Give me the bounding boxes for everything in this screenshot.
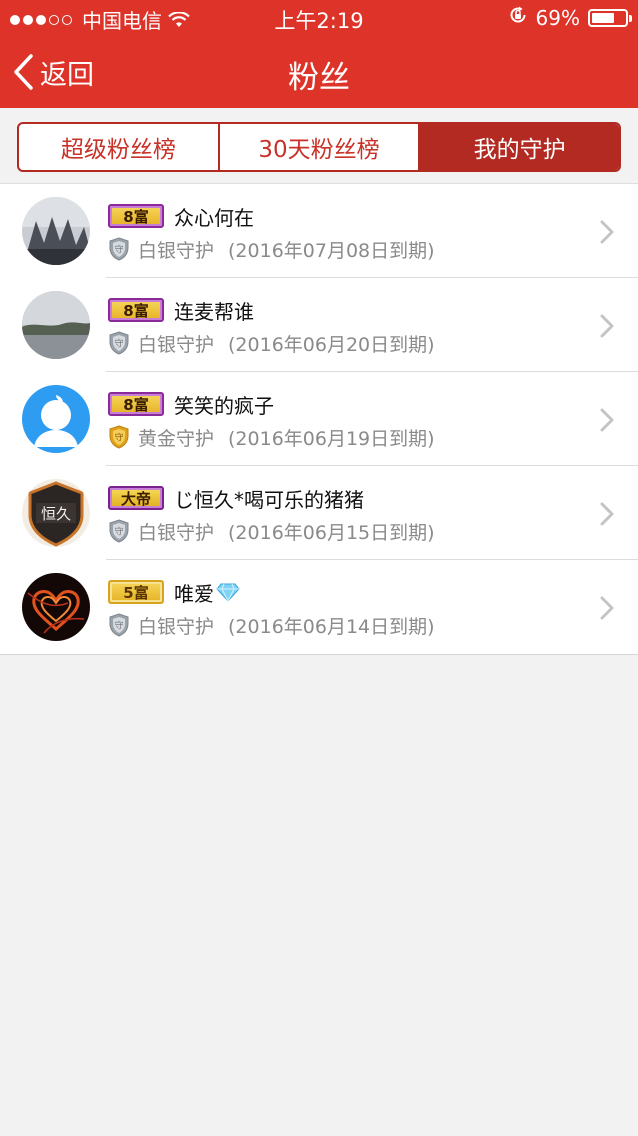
fan-name: 笑笑的疯子 xyxy=(174,393,274,418)
gold-guard-icon: 守 xyxy=(109,425,129,449)
guard-type: 白银守护 xyxy=(138,333,215,356)
svg-text:守: 守 xyxy=(114,338,123,350)
chevron-right-icon xyxy=(600,596,614,620)
svg-text:守: 守 xyxy=(114,620,123,632)
list-item[interactable]: 5富 唯爱 守 白银守护 (2016年06月14日到期) xyxy=(0,560,638,654)
diamond-icon xyxy=(216,583,240,602)
guard-expiry: (2016年06月15日到期) xyxy=(228,521,435,544)
battery-percent: 69% xyxy=(535,5,580,30)
guard-expiry: (2016年06月14日到期) xyxy=(228,615,435,638)
svg-text:守: 守 xyxy=(114,526,123,538)
silver-guard-icon: 守 xyxy=(109,519,129,543)
tab-bar-container: 超级粉丝榜 30天粉丝榜 我的守护 xyxy=(0,108,638,184)
silver-guard-icon: 守 xyxy=(109,331,129,355)
segmented-tabs: 超级粉丝榜 30天粉丝榜 我的守护 xyxy=(17,122,621,172)
wealth-level-badge: 8富 xyxy=(108,392,164,416)
guard-expiry: (2016年07月08日到期) xyxy=(228,239,435,262)
emperor-level-badge: 大帝 xyxy=(108,486,164,510)
silver-guard-icon: 守 xyxy=(109,237,129,261)
fan-name: じ恒久*喝可乐的猪猪 xyxy=(174,487,364,512)
chevron-right-icon xyxy=(600,314,614,338)
chevron-right-icon xyxy=(600,502,614,526)
tab-my-guards[interactable]: 我的守护 xyxy=(420,124,619,170)
list-item[interactable]: 恒久 大帝 じ恒久*喝可乐的猪猪 守 白银守护 (2016年06月15日到期) xyxy=(0,466,638,560)
rotation-lock-icon xyxy=(508,5,528,30)
page-title: 粉丝 xyxy=(288,60,350,96)
guard-type: 白银守护 xyxy=(138,615,215,638)
fan-name: 连麦帮谁 xyxy=(174,299,254,324)
avatar-text: 恒久 xyxy=(41,505,71,523)
tab-30-day-fans[interactable]: 30天粉丝榜 xyxy=(220,124,421,170)
avatar: 恒久 xyxy=(22,479,90,547)
fan-name: 唯爱 xyxy=(174,578,240,607)
list-item[interactable]: 8富 众心何在 守 白银守护 (2016年07月08日到期) xyxy=(0,184,638,278)
guard-type: 黄金守护 xyxy=(138,427,215,450)
wealth-level-badge: 8富 xyxy=(108,298,164,322)
svg-text:守: 守 xyxy=(114,432,123,444)
fan-name: 众心何在 xyxy=(174,205,254,230)
avatar xyxy=(22,573,90,641)
wealth-level-badge: 5富 xyxy=(108,580,164,604)
nav-bar: 返回 粉丝 xyxy=(0,36,638,108)
chevron-right-icon xyxy=(600,408,614,432)
list-item[interactable]: 8富 连麦帮谁 守 白银守护 (2016年06月20日到期) xyxy=(0,278,638,372)
chevron-right-icon xyxy=(600,220,614,244)
guard-type: 白银守护 xyxy=(138,521,215,544)
avatar xyxy=(22,385,90,453)
avatar xyxy=(22,197,90,265)
wealth-level-badge: 8富 xyxy=(108,204,164,228)
status-bar: 中国电信 上午2:19 69% xyxy=(0,0,638,36)
silver-guard-icon: 守 xyxy=(109,613,129,637)
tab-super-fans[interactable]: 超级粉丝榜 xyxy=(19,124,220,170)
guard-list: 8富 众心何在 守 白银守护 (2016年07月08日到期) 8富 连麦帮谁 守… xyxy=(0,184,638,655)
list-item[interactable]: 8富 笑笑的疯子 守 黄金守护 (2016年06月19日到期) xyxy=(0,372,638,466)
header: 中国电信 上午2:19 69% 返回 粉丝 xyxy=(0,0,638,108)
avatar xyxy=(22,291,90,359)
guard-type: 白银守护 xyxy=(138,239,215,262)
guard-expiry: (2016年06月19日到期) xyxy=(228,427,435,450)
svg-text:守: 守 xyxy=(114,244,123,256)
fan-name-text: 唯爱 xyxy=(174,581,214,606)
battery-icon xyxy=(588,8,632,27)
guard-expiry: (2016年06月20日到期) xyxy=(228,333,435,356)
